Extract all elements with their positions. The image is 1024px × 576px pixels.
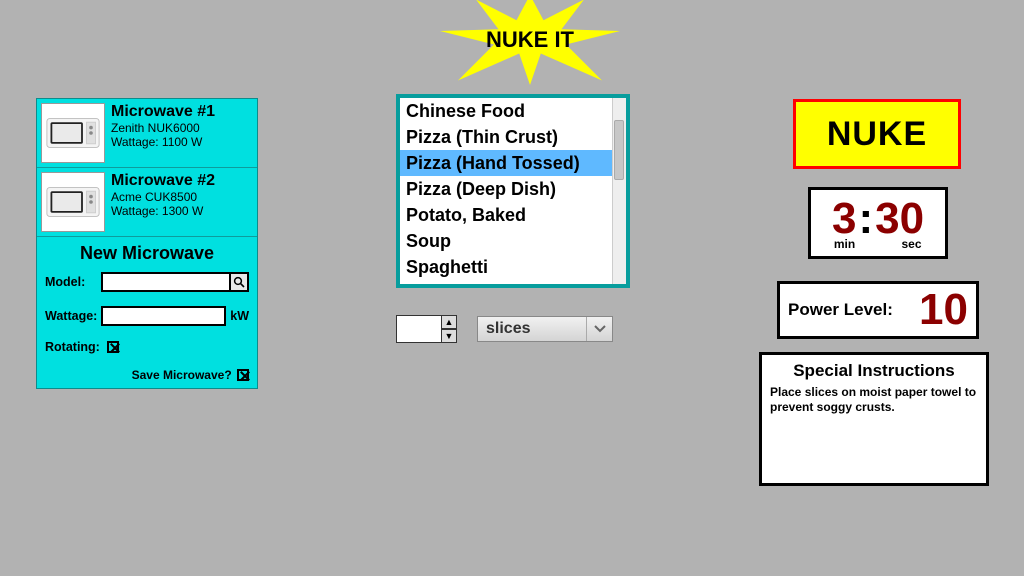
quantity-row: ▲ ▼ slices xyxy=(396,315,613,343)
time-colon: : xyxy=(858,197,873,241)
quantity-unit-label: slices xyxy=(478,320,586,338)
new-microwave-form: Model: Wattage: kW Rotating: xyxy=(37,272,257,368)
microwave-model: Zenith NUK6000 xyxy=(111,121,215,135)
chevron-down-icon xyxy=(586,317,612,341)
microwave-card-1[interactable]: Microwave #1 Zenith NUK6000 Wattage: 110… xyxy=(37,99,257,168)
microwave-thumbnail xyxy=(41,103,105,163)
microwave-title: Microwave #1 xyxy=(111,103,215,121)
quantity-stepper: ▲ ▼ xyxy=(441,315,457,343)
wattage-input[interactable] xyxy=(101,306,226,326)
time-seconds: 30 xyxy=(875,197,924,241)
save-microwave-checkbox[interactable] xyxy=(237,369,249,381)
food-item[interactable]: Spaghetti xyxy=(400,254,626,280)
rotating-checkbox[interactable] xyxy=(107,341,119,353)
scrollbar-thumb[interactable] xyxy=(614,120,624,180)
wattage-label: Wattage: xyxy=(45,309,101,323)
instructions-body: Place slices on moist paper towel to pre… xyxy=(770,385,978,415)
power-level-display: Power Level: 10 xyxy=(777,281,979,339)
microwave-panel: Microwave #1 Zenith NUK6000 Wattage: 110… xyxy=(36,98,258,389)
microwave-info: Microwave #1 Zenith NUK6000 Wattage: 110… xyxy=(111,103,215,163)
time-sec-label: sec xyxy=(878,237,945,251)
food-item[interactable]: Pizza (Deep Dish) xyxy=(400,176,626,202)
quantity-input[interactable] xyxy=(396,315,442,343)
instructions-title: Special Instructions xyxy=(770,361,978,381)
model-search-button[interactable] xyxy=(229,272,249,292)
quantity-unit-select[interactable]: slices xyxy=(477,316,613,342)
wattage-unit: kW xyxy=(230,309,249,323)
food-list: Chinese FoodPizza (Thin Crust)Pizza (Han… xyxy=(396,94,630,288)
nuke-button-label: NUKE xyxy=(827,115,927,154)
rotating-label: Rotating: xyxy=(45,340,107,354)
microwave-info: Microwave #2 Acme CUK8500 Wattage: 1300 … xyxy=(111,172,215,232)
food-item[interactable]: Sweet Potato, Baked xyxy=(400,280,626,284)
food-list-scrollbar[interactable] xyxy=(612,98,626,284)
food-item[interactable]: Pizza (Thin Crust) xyxy=(400,124,626,150)
special-instructions-box: Special Instructions Place slices on moi… xyxy=(759,352,989,486)
quantity-step-up[interactable]: ▲ xyxy=(441,315,457,329)
microwave-wattage: Wattage: 1300 W xyxy=(111,204,215,218)
time-minutes: 3 xyxy=(832,197,856,241)
save-microwave-label: Save Microwave? xyxy=(132,368,232,382)
microwave-thumbnail xyxy=(41,172,105,232)
new-microwave-heading: New Microwave xyxy=(37,237,257,272)
microwave-model: Acme CUK8500 xyxy=(111,190,215,204)
food-item[interactable]: Potato, Baked xyxy=(400,202,626,228)
microwave-card-2[interactable]: Microwave #2 Acme CUK8500 Wattage: 1300 … xyxy=(37,168,257,237)
search-icon xyxy=(233,276,245,288)
food-item[interactable]: Soup xyxy=(400,228,626,254)
model-label: Model: xyxy=(45,275,101,289)
power-level-value: 10 xyxy=(919,288,968,332)
microwave-title: Microwave #2 xyxy=(111,172,215,190)
time-min-label: min xyxy=(811,237,878,251)
app-logo-starburst: NUKE IT xyxy=(440,0,620,85)
nuke-button[interactable]: NUKE xyxy=(793,99,961,169)
save-microwave-row: Save Microwave? xyxy=(37,368,257,388)
microwave-wattage: Wattage: 1100 W xyxy=(111,135,215,149)
model-input[interactable] xyxy=(101,272,231,292)
time-display: 3 : 30 min sec xyxy=(808,187,948,259)
food-item[interactable]: Chinese Food xyxy=(400,98,626,124)
quantity-step-down[interactable]: ▼ xyxy=(441,329,457,343)
food-item[interactable]: Pizza (Hand Tossed) xyxy=(400,150,626,176)
power-level-label: Power Level: xyxy=(788,300,893,320)
